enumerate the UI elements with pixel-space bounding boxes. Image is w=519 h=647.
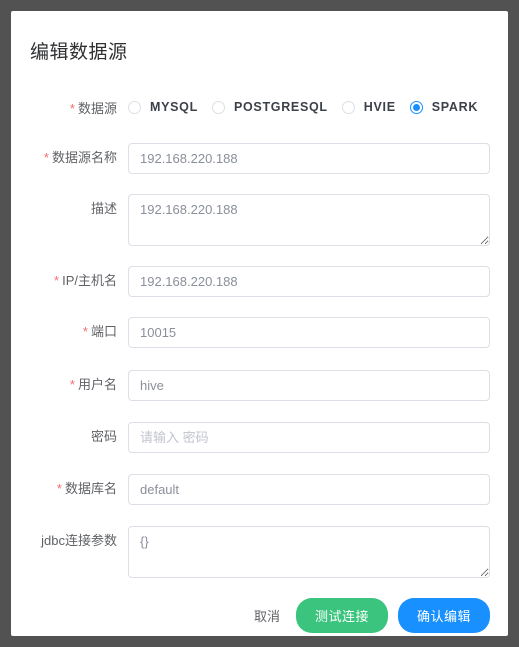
radio-label-spark: SPARK <box>431 100 479 114</box>
field-control-description: 192.168.220.188 <box>128 194 508 246</box>
required-star-icon: * <box>82 324 88 339</box>
field-control-database-name <box>128 474 508 505</box>
radio-label-postgresql: POSTGRESQL <box>233 100 328 114</box>
radio-label-hvie: HVIE <box>363 100 396 114</box>
field-control-port <box>128 317 508 348</box>
field-label-text-ip-host: IP/主机名 <box>62 273 117 288</box>
field-label-datasource-name: * 数据源名称 <box>11 143 128 173</box>
field-label-datasource: * 数据源 <box>11 94 128 124</box>
jdbc-params-input[interactable]: {} <box>128 526 490 578</box>
dialog-title: 编辑数据源 <box>30 42 128 63</box>
form-row-description: 描述 192.168.220.188 <box>11 194 508 246</box>
form-row-datasource-name: * 数据源名称 <box>11 143 508 174</box>
radio-circle-icon[interactable] <box>409 100 423 114</box>
radio-option-spark[interactable]: SPARK <box>409 100 479 114</box>
description-input[interactable]: 192.168.220.188 <box>128 194 490 246</box>
form-row-username: * 用户名 <box>11 370 508 401</box>
field-label-text-description: 描述 <box>90 201 117 216</box>
field-control-password <box>128 422 508 453</box>
field-control-ip-host <box>128 266 508 297</box>
field-label-database-name: * 数据库名 <box>11 474 128 504</box>
ip-host-input[interactable] <box>128 266 490 297</box>
database-name-input[interactable] <box>128 474 490 505</box>
field-label-description: 描述 <box>11 194 128 224</box>
field-label-text-jdbc-params: jdbc连接参数 <box>41 533 117 548</box>
field-control-datasource: MYSQL POSTGRESQL HVIE SPARK <box>128 94 508 118</box>
edit-datasource-dialog: 编辑数据源 * 数据源 MYSQL POSTGRESQL HVIE SPARK * 数据源… <box>11 11 508 636</box>
radio-circle-icon[interactable] <box>211 100 225 114</box>
field-label-password: 密码 <box>11 422 128 452</box>
radio-option-postgresql[interactable]: POSTGRESQL <box>211 100 328 114</box>
radio-circle-icon[interactable] <box>341 100 355 114</box>
radio-label-mysql: MYSQL <box>150 100 198 114</box>
field-label-ip-host: * IP/主机名 <box>11 266 128 296</box>
required-star-icon: * <box>54 273 60 288</box>
radio-option-mysql[interactable]: MYSQL <box>128 100 198 114</box>
radio-option-hvie[interactable]: HVIE <box>341 100 396 114</box>
confirm-edit-button[interactable]: 确认编辑 <box>397 598 490 633</box>
test-connection-button[interactable]: 测试连接 <box>295 598 388 633</box>
field-label-port: * 端口 <box>11 317 128 347</box>
username-input[interactable] <box>128 370 490 401</box>
password-input[interactable] <box>128 422 490 453</box>
cancel-button[interactable]: 取消 <box>244 600 290 631</box>
field-control-username <box>128 370 508 401</box>
required-star-icon: * <box>56 481 62 496</box>
field-label-text-datasource-name: 数据源名称 <box>51 150 117 165</box>
datasource-name-input[interactable] <box>128 143 490 174</box>
field-control-jdbc-params: {} <box>128 526 508 578</box>
form-row-datasource: * 数据源 MYSQL POSTGRESQL HVIE SPARK <box>11 94 508 124</box>
field-label-datasource-text: 数据源 <box>77 101 117 116</box>
field-label-text-username: 用户名 <box>77 377 117 392</box>
field-label-username: * 用户名 <box>11 370 128 400</box>
required-star-icon: * <box>69 101 75 116</box>
radio-circle-icon[interactable] <box>128 100 141 114</box>
field-label-text-password: 密码 <box>90 429 117 444</box>
form-row-ip-host: * IP/主机名 <box>11 266 508 297</box>
port-input[interactable] <box>128 317 490 348</box>
form-row-password: 密码 <box>11 422 508 453</box>
required-star-icon: * <box>69 377 75 392</box>
field-label-jdbc-params: jdbc连接参数 <box>11 526 128 556</box>
field-control-datasource-name <box>128 143 508 174</box>
datasource-radio-group[interactable]: MYSQL POSTGRESQL HVIE SPARK <box>128 94 492 118</box>
form-row-port: * 端口 <box>11 317 508 348</box>
required-star-icon: * <box>43 150 49 165</box>
dialog-footer: 取消 测试连接 确认编辑 <box>11 598 508 633</box>
form-row-jdbc-params: jdbc连接参数 {} <box>11 526 508 578</box>
form-row-database-name: * 数据库名 <box>11 474 508 505</box>
field-label-text-database-name: 数据库名 <box>64 481 117 496</box>
field-label-text-port: 端口 <box>90 324 117 339</box>
